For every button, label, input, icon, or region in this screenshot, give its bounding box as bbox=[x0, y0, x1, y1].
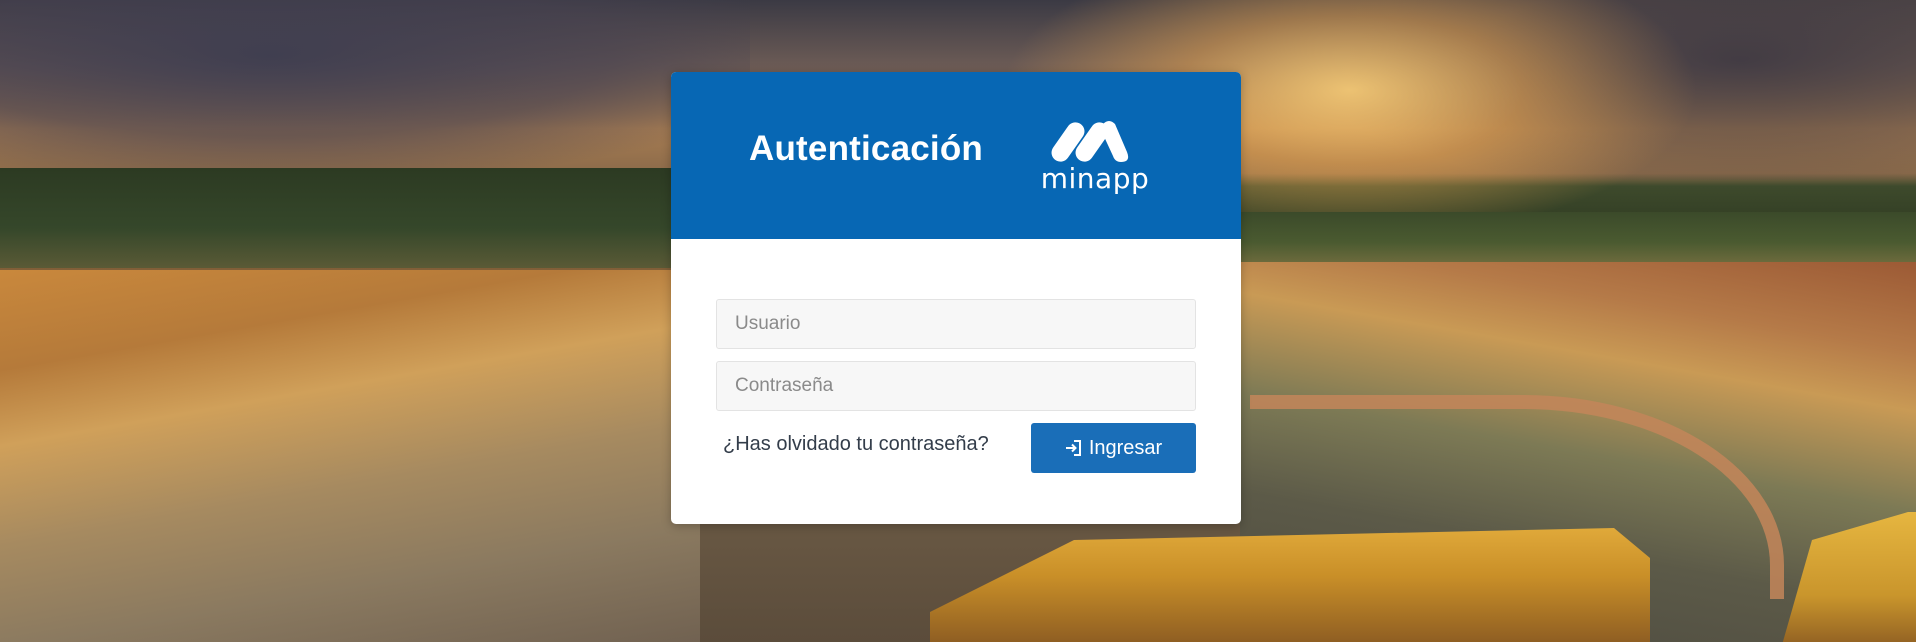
minapp-logo: minapp bbox=[1037, 116, 1153, 196]
clouds-left bbox=[0, 0, 750, 170]
login-card: Autenticación minapp ¿Has olvidado tu co… bbox=[671, 72, 1241, 524]
login-card-header: Autenticación minapp bbox=[671, 72, 1241, 239]
login-submit-label: Ingresar bbox=[1088, 436, 1163, 459]
logo-wordmark: minapp bbox=[1040, 162, 1150, 195]
mine-pit-left bbox=[0, 270, 700, 642]
password-input[interactable] bbox=[716, 361, 1196, 411]
username-input[interactable] bbox=[716, 299, 1196, 349]
login-submit-button[interactable]: Ingresar bbox=[1031, 423, 1196, 473]
login-form: ¿Has olvidado tu contraseña? Ingresar bbox=[671, 239, 1241, 524]
forgot-password-link[interactable]: ¿Has olvidado tu contraseña? bbox=[723, 433, 989, 456]
treeline-right bbox=[1240, 212, 1916, 262]
minapp-logo-mark-icon bbox=[1051, 121, 1129, 162]
haul-truck bbox=[930, 528, 1650, 642]
sign-in-icon bbox=[1065, 440, 1081, 456]
treeline-left bbox=[0, 168, 680, 268]
page-title: Autenticación bbox=[749, 129, 984, 168]
